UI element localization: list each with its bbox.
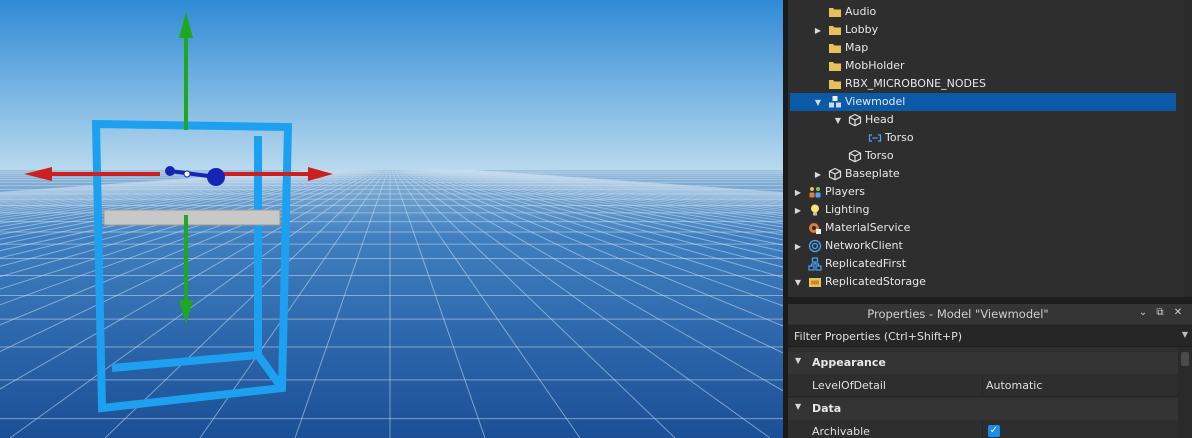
folder-icon: [828, 59, 842, 73]
material-service-icon: [808, 221, 822, 235]
section-label: Appearance: [812, 356, 886, 369]
explorer-item-label: Map: [845, 41, 869, 54]
sky: [0, 0, 783, 170]
part-slab: [103, 209, 281, 226]
collapse-arrow-icon[interactable]: ▼: [833, 111, 843, 129]
explorer-item-label: Lighting: [825, 203, 870, 216]
explorer-item-map[interactable]: Map: [788, 39, 1184, 57]
explorer-item-audio[interactable]: Audio: [788, 3, 1184, 21]
explorer-item-label: Baseplate: [845, 167, 900, 180]
folder-icon: [828, 41, 842, 55]
property-row-levelofdetail[interactable]: LevelOfDetail Automatic: [788, 375, 1178, 397]
explorer-scrollbar[interactable]: [1184, 0, 1192, 297]
z-handle-front-icon[interactable]: [207, 168, 225, 186]
close-icon[interactable]: ✕: [1171, 307, 1185, 318]
section-label: Data: [812, 402, 842, 415]
property-name: LevelOfDetail: [812, 379, 886, 392]
panel-divider[interactable]: [788, 297, 1192, 304]
z-handle-back-icon[interactable]: [165, 166, 175, 176]
lighting-icon: [808, 203, 822, 217]
explorer-item-head[interactable]: ▼ Head: [788, 111, 1184, 129]
explorer-item-label: Torso: [865, 149, 894, 162]
replicated-first-icon: [808, 257, 822, 271]
explorer-item-label: Head: [865, 113, 894, 126]
network-client-icon: [808, 239, 822, 253]
explorer-item-replicatedfirst[interactable]: ReplicatedFirst: [788, 255, 1184, 273]
part-icon: [828, 167, 842, 181]
property-name: Archivable: [812, 425, 870, 438]
explorer-item-baseplate[interactable]: ▶ Baseplate: [788, 165, 1184, 183]
explorer-panel: Audio ▶ Lobby Map MobHolder RBX_MICROBONE_NOD…: [788, 0, 1192, 297]
explorer-item-networkclient[interactable]: ▶ NetworkClient: [788, 237, 1184, 255]
collapse-arrow-icon[interactable]: ▼: [813, 93, 823, 111]
players-icon: [808, 185, 822, 199]
filter-dropdown-icon[interactable]: ▼: [1182, 330, 1188, 339]
3d-viewport[interactable]: [0, 0, 783, 438]
explorer-item-label: Audio: [845, 5, 877, 18]
properties-panel: Properties - Model "Viewmodel" ⌄ ⧉ ✕ ▼ ▼…: [788, 304, 1192, 438]
explorer-item-viewmodel[interactable]: ▼ Viewmodel: [790, 93, 1176, 111]
explorer-item-players[interactable]: ▶ Players: [788, 183, 1184, 201]
part-icon: [848, 149, 862, 163]
explorer-item-torso[interactable]: Torso: [788, 129, 1184, 147]
properties-title: Properties - Model "Viewmodel": [867, 307, 1049, 321]
chevron-down-icon[interactable]: ⌄: [1136, 307, 1150, 318]
replicated-storage-icon: [808, 275, 822, 289]
explorer-item-label: RBX_MICROBONE_NODES: [845, 77, 986, 90]
explorer-item-label: ReplicatedFirst: [825, 257, 907, 270]
expand-arrow-icon[interactable]: ▶: [793, 201, 803, 219]
folder-icon: [828, 23, 842, 37]
explorer-item-label: Torso: [885, 131, 914, 144]
gizmo-center-icon: [183, 170, 191, 178]
explorer-item-torso[interactable]: Torso: [788, 147, 1184, 165]
expand-arrow-icon[interactable]: ▶: [793, 183, 803, 201]
folder-icon: [828, 5, 842, 19]
expand-arrow-icon[interactable]: ▶: [813, 21, 823, 39]
properties-scrollbar[interactable]: [1178, 347, 1192, 438]
explorer-item-label: ReplicatedStorage: [825, 275, 926, 288]
viewport-scene[interactable]: [0, 0, 783, 438]
explorer-item-label: Lobby: [845, 23, 879, 36]
part-icon: [848, 113, 862, 127]
explorer-item-mobholder[interactable]: MobHolder: [788, 57, 1184, 75]
properties-title-bar: Properties - Model "Viewmodel" ⌄ ⧉ ✕: [788, 304, 1192, 324]
property-value[interactable]: Automatic: [986, 379, 1042, 392]
filter-properties-input[interactable]: [788, 325, 1178, 347]
explorer-item-label: MobHolder: [845, 59, 905, 72]
column-divider: [982, 375, 983, 397]
undock-icon[interactable]: ⧉: [1153, 307, 1167, 318]
explorer-item-rbx-microbone-nodes[interactable]: RBX_MICROBONE_NODES: [788, 75, 1184, 93]
expand-arrow-icon[interactable]: ▶: [793, 237, 803, 255]
collapse-arrow-icon[interactable]: ▼: [795, 356, 801, 365]
motor6d-icon: [868, 131, 882, 145]
column-divider: [982, 421, 983, 438]
explorer-item-label: MaterialService: [825, 221, 911, 234]
property-row-archivable[interactable]: Archivable ✓: [788, 421, 1178, 438]
section-appearance[interactable]: ▼ Appearance: [788, 352, 1178, 374]
explorer-item-lighting[interactable]: ▶ Lighting: [788, 201, 1184, 219]
archivable-checkbox[interactable]: ✓: [988, 425, 1000, 437]
explorer-item-lobby[interactable]: ▶ Lobby: [788, 21, 1184, 39]
section-data[interactable]: ▼ Data: [788, 398, 1178, 420]
collapse-arrow-icon[interactable]: ▼: [793, 273, 803, 291]
explorer-item-label: Viewmodel: [845, 95, 906, 108]
collapse-arrow-icon[interactable]: ▼: [795, 402, 801, 411]
expand-arrow-icon[interactable]: ▶: [813, 165, 823, 183]
model-icon: [828, 95, 842, 109]
folder-icon: [828, 77, 842, 91]
explorer-item-label: NetworkClient: [825, 239, 903, 252]
explorer-item-materialservice[interactable]: MaterialService: [788, 219, 1184, 237]
explorer-item-label: Players: [825, 185, 865, 198]
properties-scroll-thumb[interactable]: [1181, 352, 1189, 366]
explorer-item-replicatedstorage[interactable]: ▼ ReplicatedStorage: [788, 273, 1184, 291]
filter-properties-bar: ▼: [788, 325, 1192, 347]
